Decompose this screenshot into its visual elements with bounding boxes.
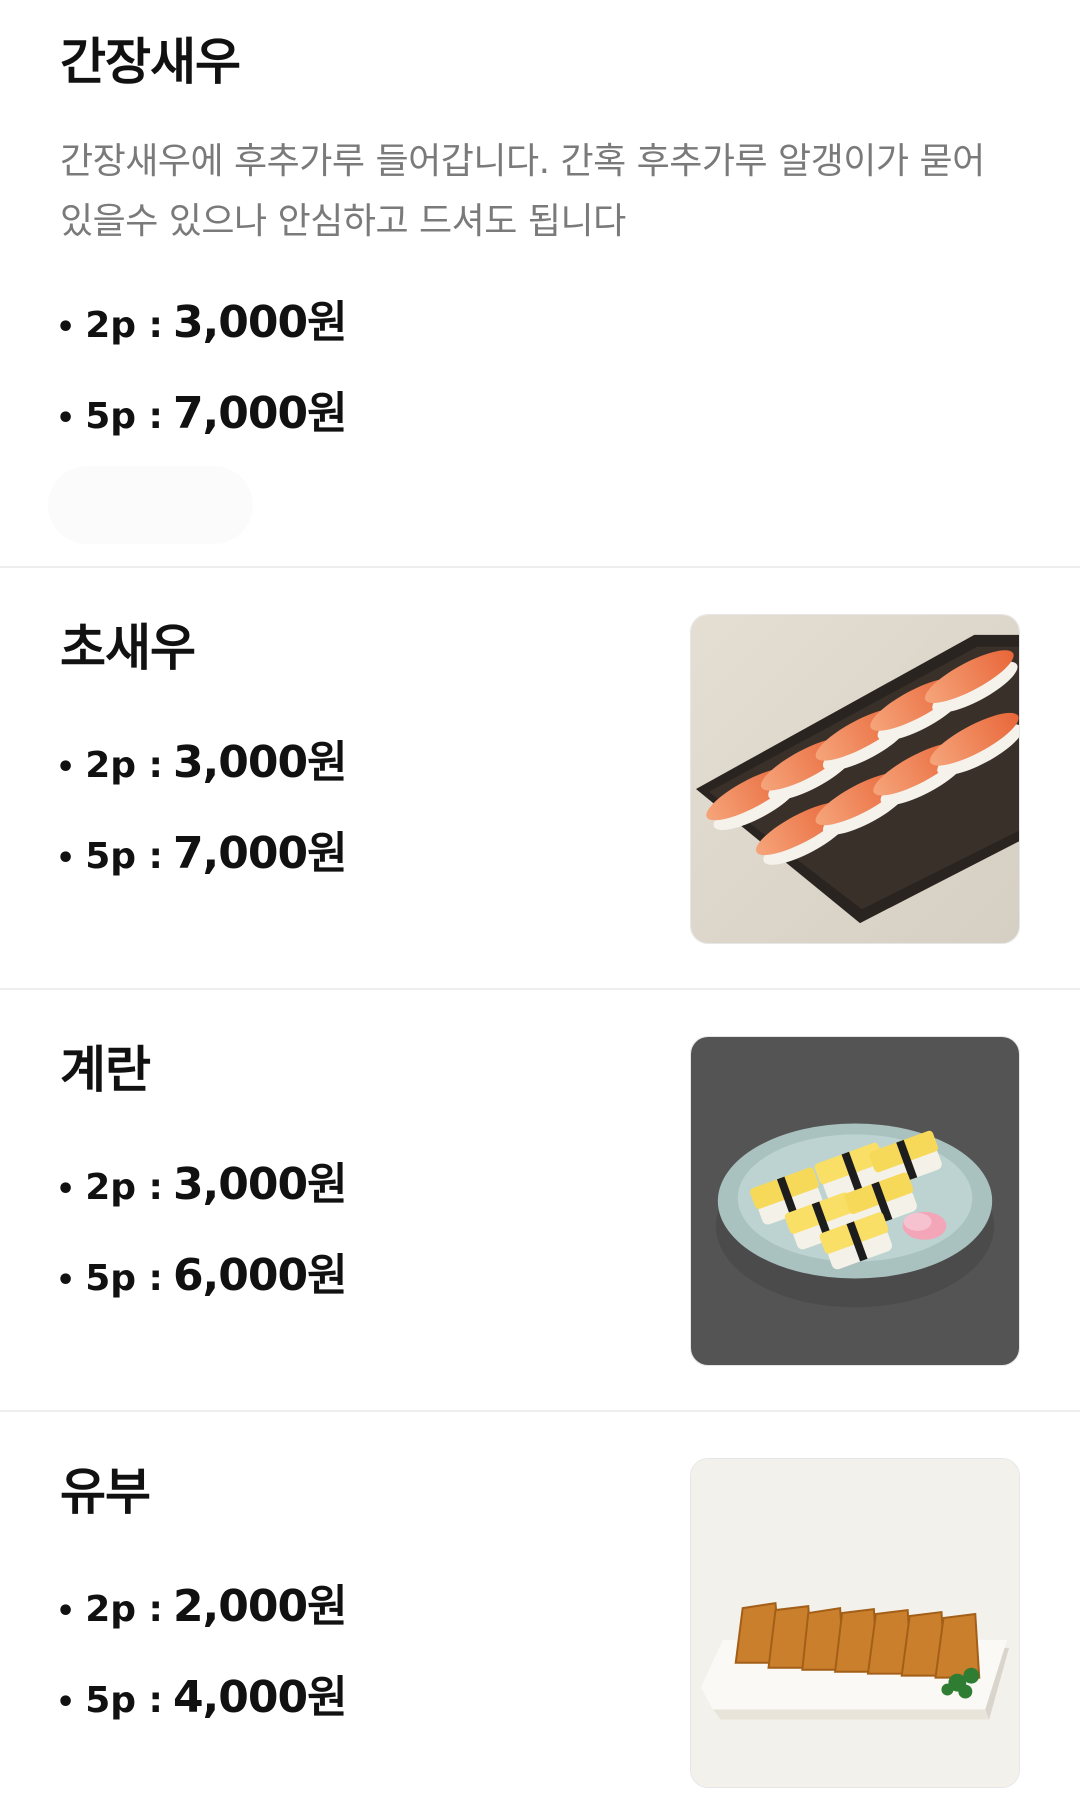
item-name: 계란 xyxy=(60,1041,151,1099)
menu-item-egg[interactable]: 계란 • 2p : 3,000원 • 5p : 6,000원 xyxy=(0,990,1080,1410)
faded-button[interactable] xyxy=(48,466,253,544)
item-name: 간장새우 xyxy=(60,33,241,91)
price-row-2p: • 2p : 3,000원 xyxy=(56,726,348,790)
bullet: • xyxy=(56,841,76,876)
price-row-5p: • 5p : 7,000원 xyxy=(56,377,348,441)
price-label: 5p : xyxy=(85,836,163,877)
bullet: • xyxy=(56,401,76,436)
shrimp-sushi-photo[interactable] xyxy=(690,614,1020,944)
price-row-2p: • 2p : 3,000원 xyxy=(56,1148,348,1212)
price-label: 2p : xyxy=(85,1589,163,1630)
bullet: • xyxy=(56,310,76,345)
menu-list: 간장새우 간장새우에 후추가루 들어갑니다. 간혹 후추가루 알갱이가 묻어있을… xyxy=(0,0,1080,1816)
bullet: • xyxy=(56,1685,76,1720)
bullet: • xyxy=(56,1172,76,1207)
price-label: 2p : xyxy=(85,745,163,786)
inari-sushi-image xyxy=(691,1459,1019,1787)
menu-item-soy-shrimp[interactable]: 간장새우 간장새우에 후추가루 들어갑니다. 간혹 후추가루 알갱이가 묻어있을… xyxy=(0,0,1080,566)
egg-sushi-photo[interactable] xyxy=(690,1036,1020,1366)
item-name: 유부 xyxy=(60,1463,151,1521)
bullet: • xyxy=(56,1594,76,1629)
price-row-2p: • 2p : 2,000원 xyxy=(56,1570,348,1634)
price-value: 3,000원 xyxy=(172,737,348,788)
egg-sushi-image xyxy=(691,1037,1019,1365)
price-label: 2p : xyxy=(85,305,163,346)
price-label: 2p : xyxy=(85,1167,163,1208)
price-label: 5p : xyxy=(85,396,163,437)
shrimp-sushi-image xyxy=(691,615,1019,943)
price-row-5p: • 5p : 7,000원 xyxy=(56,817,348,881)
item-description: 간장새우에 후추가루 들어갑니다. 간혹 후추가루 알갱이가 묻어있을수 있으나… xyxy=(60,141,985,242)
price-value: 7,000원 xyxy=(172,388,348,439)
bullet: • xyxy=(56,1263,76,1298)
price-value: 2,000원 xyxy=(172,1581,348,1632)
price-row-5p: • 5p : 4,000원 xyxy=(56,1661,348,1725)
price-label: 5p : xyxy=(85,1680,163,1721)
price-row-2p: • 2p : 3,000원 xyxy=(56,286,348,350)
price-label: 5p : xyxy=(85,1258,163,1299)
price-value: 6,000원 xyxy=(172,1250,348,1301)
item-name: 초새우 xyxy=(60,619,196,677)
menu-item-inari[interactable]: 유부 • 2p : 2,000원 • 5p : 4,000원 xyxy=(0,1412,1080,1816)
inari-sushi-photo[interactable] xyxy=(690,1458,1020,1788)
bullet: • xyxy=(56,750,76,785)
price-value: 3,000원 xyxy=(172,297,348,348)
price-value: 4,000원 xyxy=(172,1672,348,1723)
price-value: 3,000원 xyxy=(172,1159,348,1210)
menu-item-vinegar-shrimp[interactable]: 초새우 • 2p : 3,000원 • 5p : 7,000원 xyxy=(0,568,1080,988)
price-row-5p: • 5p : 6,000원 xyxy=(56,1239,348,1303)
price-value: 7,000원 xyxy=(172,828,348,879)
